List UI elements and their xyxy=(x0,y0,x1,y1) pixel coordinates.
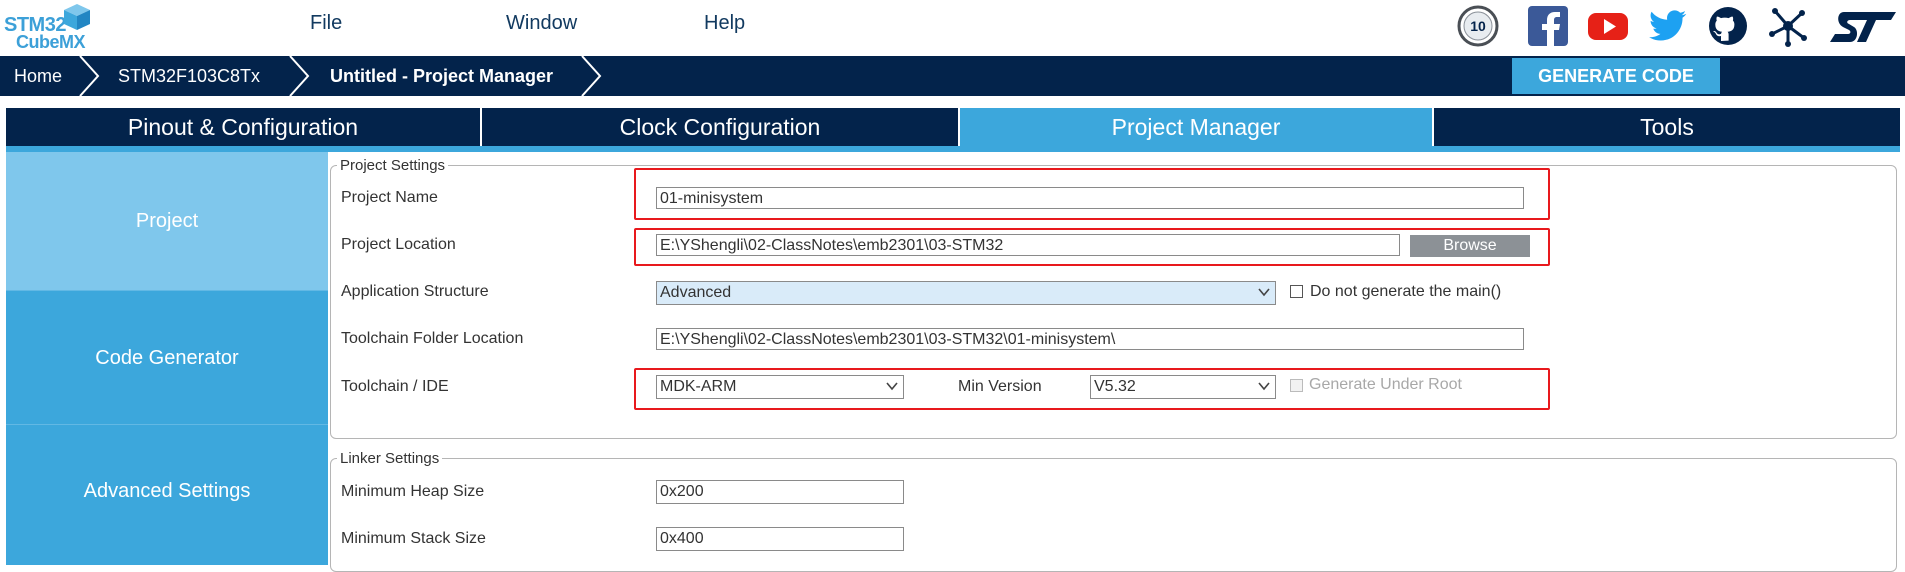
chevron-right-icon xyxy=(289,56,310,96)
tab-project-manager[interactable]: Project Manager xyxy=(960,108,1432,146)
menu-bar: STM32 CubeMX File Window Help 10 xyxy=(0,0,1905,56)
minimum-stack-size-input[interactable]: 0x400 xyxy=(656,527,904,551)
project-location-label: Project Location xyxy=(341,236,456,253)
chevron-down-icon xyxy=(1258,288,1270,297)
project-name-label: Project Name xyxy=(341,189,438,206)
anniversary-badge-icon[interactable]: 10 xyxy=(1456,4,1500,48)
minimum-heap-size-label: Minimum Heap Size xyxy=(341,483,485,500)
application-structure-label: Application Structure xyxy=(341,283,489,300)
menu-help[interactable]: Help xyxy=(704,12,745,35)
chevron-right-icon xyxy=(581,56,602,96)
minimum-heap-size-input[interactable]: 0x200 xyxy=(656,480,904,504)
github-icon[interactable] xyxy=(1706,4,1750,48)
sidebar-item-label: Advanced Settings xyxy=(83,480,251,502)
network-icon[interactable] xyxy=(1766,4,1810,48)
youtube-icon[interactable] xyxy=(1586,4,1630,48)
tab-tools[interactable]: Tools xyxy=(1434,108,1900,146)
sidebar-item-label: Project xyxy=(135,210,199,232)
do-not-generate-main-checkbox[interactable] xyxy=(1290,285,1303,298)
generate-code-button[interactable]: GENERATE CODE xyxy=(1512,58,1720,94)
generate-under-root-label: Generate Under Root xyxy=(1309,376,1462,393)
stm32cubemx-logo: STM32 CubeMX xyxy=(4,2,94,52)
breadcrumb-mcu[interactable]: STM32F103C8Tx xyxy=(118,56,260,96)
main-tabs: Pinout & Configuration Clock Configurati… xyxy=(6,108,1900,146)
minimum-stack-size-label: Minimum Stack Size xyxy=(341,530,486,547)
sidebar-item-code-generator[interactable]: Code Generator xyxy=(6,290,328,425)
linker-settings-group: Linker Settings xyxy=(330,450,1897,572)
toolchain-ide-value: MDK-ARM xyxy=(660,378,737,395)
min-version-value: V5.32 xyxy=(1094,378,1136,395)
sidebar-item-project[interactable]: Project xyxy=(6,152,328,290)
logo-text-line2: CubeMX xyxy=(16,32,86,52)
browse-button[interactable]: Browse xyxy=(1410,235,1530,257)
menu-window[interactable]: Window xyxy=(506,12,577,35)
project-name-input[interactable]: 01-minisystem xyxy=(656,187,1524,209)
twitter-icon[interactable] xyxy=(1646,4,1690,48)
toolchain-ide-label: Toolchain / IDE xyxy=(341,378,449,395)
breadcrumb-home[interactable]: Home xyxy=(14,56,62,96)
st-logo-icon[interactable] xyxy=(1828,8,1898,46)
project-settings-legend: Project Settings xyxy=(340,157,446,174)
facebook-icon[interactable] xyxy=(1526,4,1570,48)
do-not-generate-main-label: Do not generate the main() xyxy=(1310,283,1502,300)
min-version-select[interactable]: V5.32 xyxy=(1090,375,1276,399)
project-location-input[interactable]: E:\YShengli\02-ClassNotes\emb2301\03-STM… xyxy=(656,234,1400,256)
toolchain-folder-input: E:\YShengli\02-ClassNotes\emb2301\03-STM… xyxy=(656,328,1524,350)
tab-clock-configuration[interactable]: Clock Configuration xyxy=(482,108,958,146)
application-structure-select[interactable]: Advanced xyxy=(656,281,1276,305)
sidebar-item-advanced-settings[interactable]: Advanced Settings xyxy=(6,424,328,565)
chevron-down-icon xyxy=(1258,382,1270,391)
cube-icon xyxy=(64,4,90,30)
chevron-right-icon xyxy=(79,56,100,96)
generate-under-root-checkbox xyxy=(1290,379,1303,392)
badge-text: 10 xyxy=(1470,18,1486,34)
tab-pinout-configuration[interactable]: Pinout & Configuration xyxy=(6,108,480,146)
application-structure-value: Advanced xyxy=(660,284,732,301)
toolchain-folder-label: Toolchain Folder Location xyxy=(341,330,524,347)
menu-file[interactable]: File xyxy=(310,12,342,35)
toolchain-ide-select[interactable]: MDK-ARM xyxy=(656,375,904,399)
chevron-down-icon xyxy=(886,382,898,391)
sidebar-item-label: Code Generator xyxy=(95,347,239,369)
breadcrumb-project-manager[interactable]: Untitled - Project Manager xyxy=(330,56,553,96)
linker-settings-legend: Linker Settings xyxy=(340,450,440,467)
min-version-label: Min Version xyxy=(958,378,1042,395)
